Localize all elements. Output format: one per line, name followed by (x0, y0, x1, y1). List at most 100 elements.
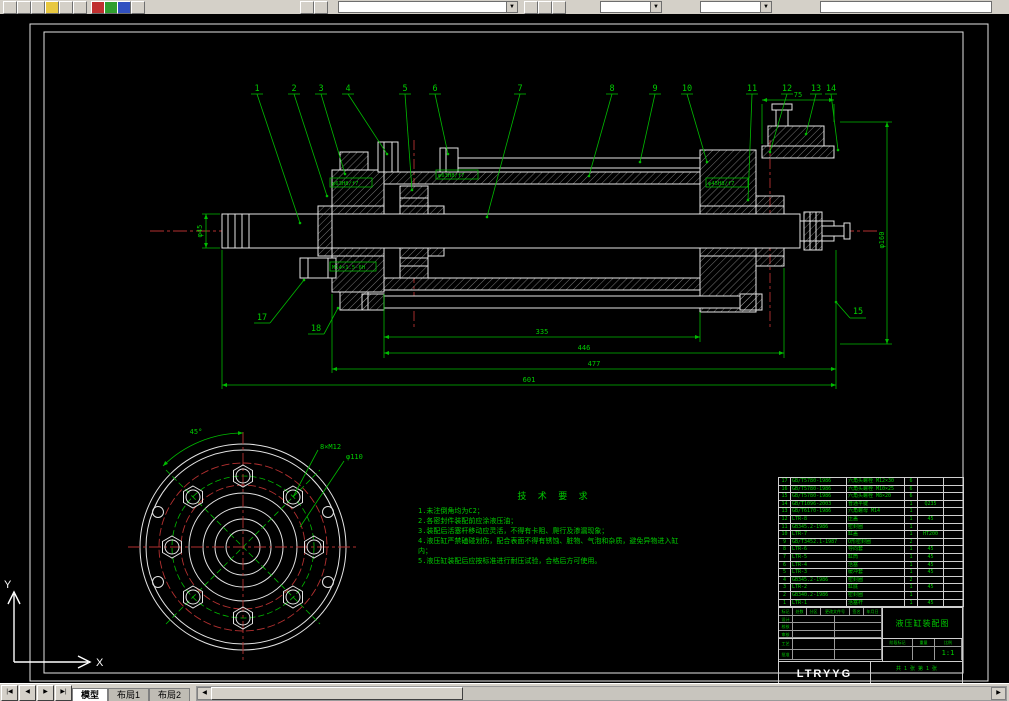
bom-note (943, 537, 964, 547)
tab-nav-next[interactable]: ▶ (37, 685, 54, 701)
tab-nav-first[interactable]: |◀ (1, 685, 18, 701)
bom-no: 11 (778, 522, 791, 532)
callout-7: 7 (517, 84, 522, 94)
bom-code: GB340.2-1986 (790, 590, 847, 600)
print-icon[interactable] (59, 1, 73, 14)
bom-qty: 1 (904, 507, 918, 516)
callout-12: 12 (782, 84, 792, 94)
callout-15: 15 (853, 307, 863, 317)
bom-name: 普通平键 (846, 499, 905, 509)
tb-stage-label: 阶段标记 (883, 639, 913, 647)
bom-row: 3 LTR-2 缸底 1 45 (778, 583, 964, 592)
flange-dia-label: φ110 (346, 453, 363, 461)
tech-item: 2.各密封件装配前应涂液压油； (418, 517, 518, 525)
layer-combo[interactable]: ▼ (338, 1, 518, 13)
linetype-combo[interactable]: ▼ (700, 1, 772, 13)
dim-335: 335 (536, 328, 549, 336)
new-file-icon[interactable] (3, 1, 17, 14)
bom-name: 导向套 (846, 545, 905, 554)
bom-name: 六角螺母 M14 (846, 507, 905, 516)
tab-nav-last[interactable]: ▶| (55, 685, 72, 701)
tab-model[interactable]: 模型 (72, 688, 109, 701)
bom-qty: 1 (904, 560, 918, 570)
bom-name: 缸盖 (846, 530, 905, 539)
bom-name: 活塞 (846, 560, 905, 570)
open-file-icon[interactable] (17, 1, 31, 14)
save-file-icon[interactable] (31, 1, 45, 14)
bom-note (943, 484, 964, 494)
scroll-left-icon[interactable]: ◀ (197, 687, 213, 700)
tb-h4: 更改文件号 (821, 608, 850, 616)
callout-6: 6 (432, 84, 437, 94)
tb-weight-label: 重量 (913, 639, 935, 647)
bom-name: 六角头螺栓 M10×25 (846, 484, 905, 494)
redline-icon[interactable] (91, 1, 105, 14)
preview-icon[interactable] (73, 1, 87, 14)
technical-requirements: 技 术 要 求 1.未注倒角均为C2； 2.各密封件装配前应涂液压油； 3.装配… (418, 492, 690, 566)
flange-holes-label: 8×M12 (320, 443, 341, 451)
bom-row: 5 LTR-3 缓冲套 1 45 (778, 568, 964, 577)
bom-qty: 1 (904, 522, 918, 532)
drawing-canvas[interactable]: 1 2 3 4 5 6 7 8 9 10 11 12 13 14 15 17 1… (0, 14, 1009, 687)
toolbar-input[interactable] (820, 1, 992, 13)
flange-end-view[interactable]: 45° 8×M12 φ110 (128, 428, 363, 662)
bom-note (943, 560, 964, 570)
layer-manager-icon[interactable] (300, 1, 314, 14)
tab-layout1[interactable]: 布局1 (108, 688, 150, 701)
tab-nav-prev[interactable]: ◀ (19, 685, 36, 701)
undo-icon[interactable] (117, 1, 131, 14)
scrollbar-thumb[interactable] (211, 687, 464, 700)
make-layer-icon[interactable] (524, 1, 538, 14)
bom-row: 13 GB/T6170-1986 六角螺母 M14 1 (778, 507, 964, 516)
bom-name: 密封圈 (846, 575, 905, 585)
bom-material: 45 (917, 568, 944, 577)
tab-layout2[interactable]: 布局2 (149, 688, 191, 701)
bom-material (917, 575, 944, 585)
bom-note (943, 545, 964, 554)
fit-label-1: φ63H8/f7 (332, 181, 359, 187)
cylinder-assembly-view[interactable] (221, 103, 851, 313)
application-window: ▼ ▼ ▼ 1 2 3 4 5 6 7 8 9 10 11 12 13 14 1… (0, 0, 1009, 701)
bom-qty: 1 (904, 552, 918, 562)
dim-dia160: φ160 (878, 232, 886, 249)
bom-material: 45 (917, 552, 944, 562)
chevron-down-icon[interactable]: ▼ (650, 2, 661, 12)
bom-note (943, 492, 964, 501)
bom-no: 10 (778, 530, 791, 539)
layout-tab-bar: |◀ ◀ ▶ ▶| 模型 布局1 布局2 ◀ ▶ (0, 683, 1009, 701)
match-properties-icon[interactable] (104, 1, 118, 14)
bom-material: Q235 (917, 499, 944, 509)
bom-no: 4 (778, 575, 791, 585)
bom-note (943, 499, 964, 509)
bom-code: GB/T5780-1986 (790, 492, 847, 501)
layer-states-icon[interactable] (314, 1, 328, 14)
bom-name: 缸底 (846, 583, 905, 592)
layer-off-icon[interactable] (552, 1, 566, 14)
bom-no: 3 (778, 583, 791, 592)
bom-row: 8 LTR-6 导向套 1 45 (778, 545, 964, 554)
bom-name: 压盖 (846, 514, 905, 524)
tb-scale-label: 比例 (935, 639, 962, 647)
dim-477: 477 (588, 360, 601, 368)
fit-label-2: φ63H8/f7 (438, 173, 465, 179)
color-combo[interactable]: ▼ (600, 1, 662, 13)
callout-4: 4 (345, 84, 350, 94)
redo-icon[interactable] (131, 1, 145, 14)
bom-qty: 1 (904, 530, 918, 539)
bom-code: LTR-1 (790, 598, 847, 608)
horizontal-scrollbar[interactable]: ◀ ▶ (196, 686, 1007, 701)
bom-qty: 6 (904, 477, 918, 486)
dim-601: 601 (523, 376, 536, 384)
chevron-down-icon[interactable]: ▼ (760, 2, 771, 12)
bom-row: 1 LTR-1 活塞杆 1 45 (778, 598, 964, 608)
drawing-title: 液压缸装配图 (895, 618, 950, 628)
bom-name: 六角头螺栓 M8×20 (846, 492, 905, 501)
folder-icon[interactable] (45, 1, 59, 14)
dim-75: 75 (794, 91, 802, 99)
chevron-down-icon[interactable]: ▼ (506, 2, 517, 12)
tb-h1: 标记 (779, 608, 793, 616)
ucs-x-label: X (96, 657, 104, 669)
scroll-right-icon[interactable]: ▶ (991, 687, 1006, 700)
prev-layer-icon[interactable] (538, 1, 552, 14)
bom-qty: 2 (904, 575, 918, 585)
